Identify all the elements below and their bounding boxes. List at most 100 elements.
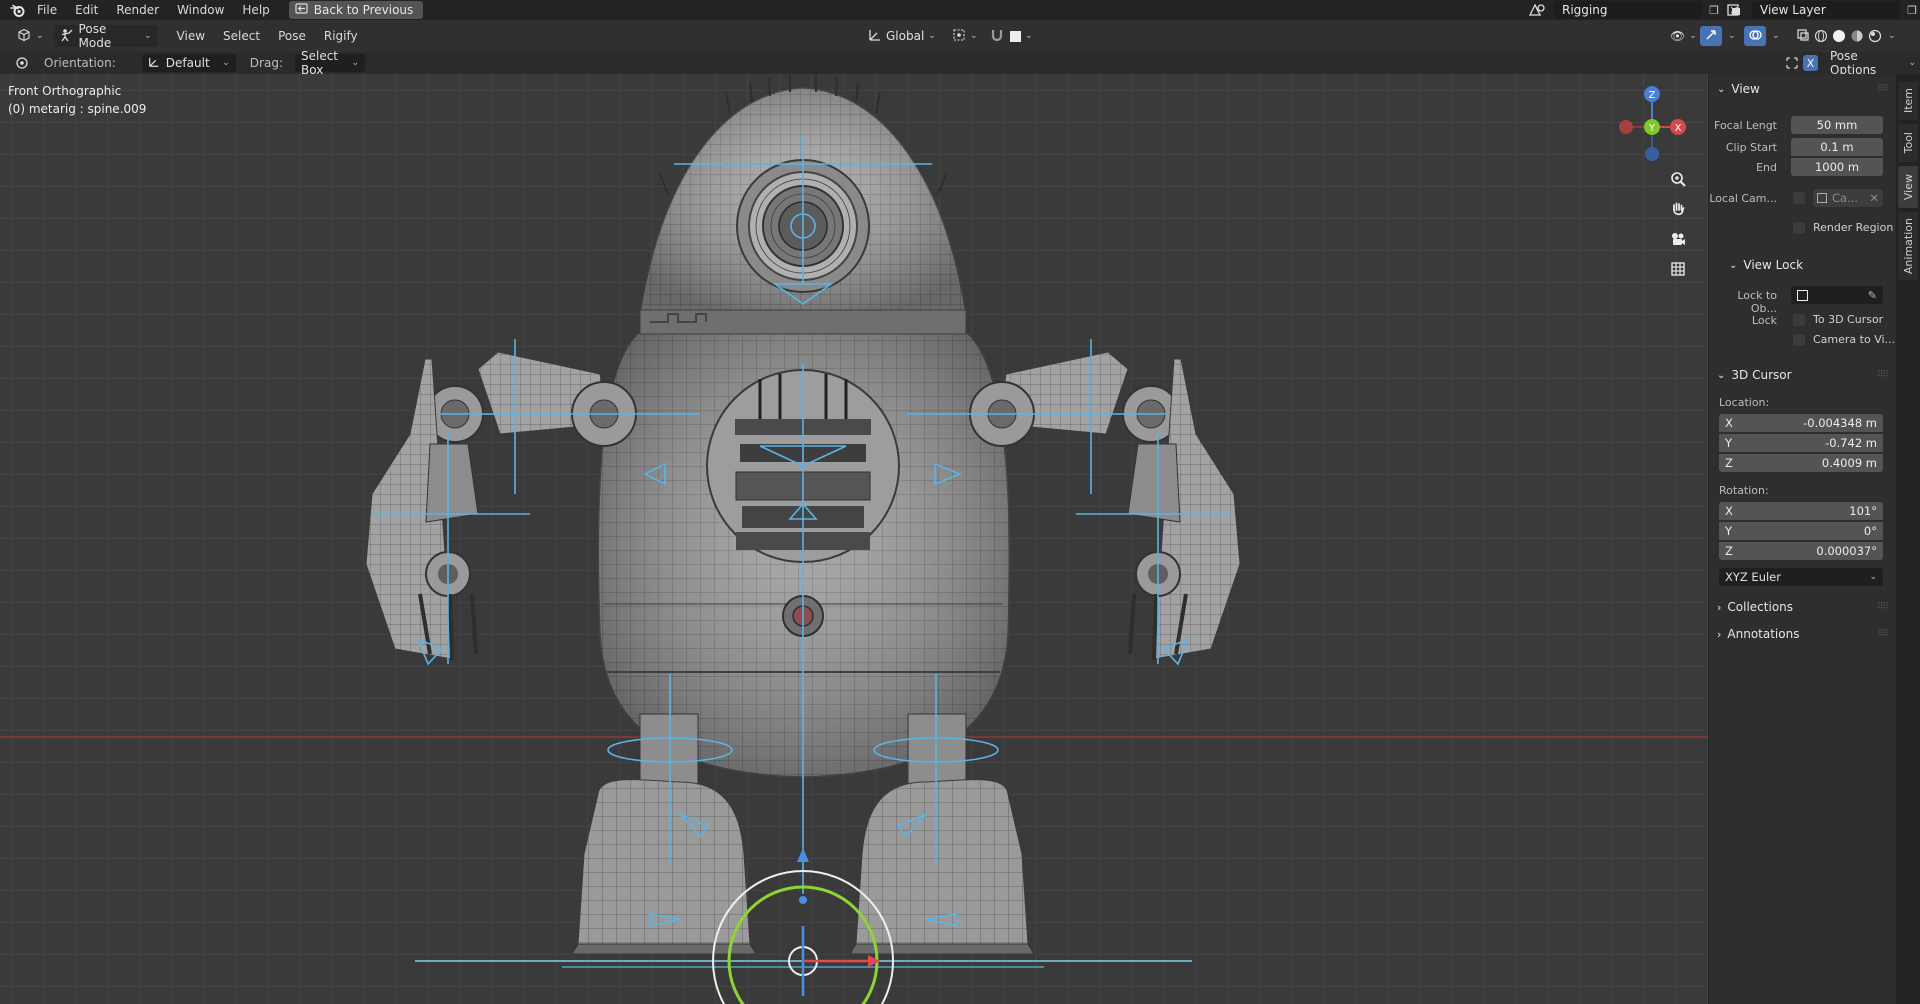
orientation-label: Orientation: [44, 56, 116, 70]
rotation-z-field[interactable]: Z 0.000037° [1719, 542, 1883, 560]
drag-label: Drag: [249, 56, 283, 70]
3d-viewport[interactable]: Front Orthographic (0) metarig : spine.0… [0, 74, 1708, 1004]
new-view-layer-icon[interactable]: ❐ [1904, 2, 1920, 18]
clip-end-field[interactable]: 1000 m [1791, 158, 1883, 176]
view-layer-field[interactable]: View Layer [1752, 1, 1900, 19]
editor-type-dropdown[interactable]: ⌄ [10, 25, 50, 47]
back-to-previous-button[interactable]: Back to Previous [288, 1, 424, 19]
lock-label: Lock [1751, 314, 1777, 327]
chevron-down-icon: ⌄ [144, 31, 152, 41]
3d-cursor-section-header[interactable]: ⌄ 3D Cursor [1717, 368, 1792, 382]
tab-item-label: Item [1901, 88, 1915, 114]
menu-rigify[interactable]: Rigify [315, 29, 367, 43]
eyedropper-icon[interactable]: ✎ [1868, 289, 1877, 302]
location-z-field[interactable]: Z 0.4009 m [1719, 454, 1883, 472]
camera-to-view-checkbox[interactable] [1793, 334, 1805, 346]
object-icon [1797, 289, 1808, 301]
menu-select[interactable]: Select [214, 29, 269, 43]
navigation-gizmo[interactable]: Z X Y [1612, 82, 1692, 172]
gizmo-y-label: Y [1648, 123, 1656, 134]
menu-view[interactable]: View [168, 29, 214, 43]
orientation-dropdown[interactable]: Default ⌄ [141, 54, 236, 72]
location-y-field[interactable]: Y -0.742 m [1719, 434, 1883, 452]
chevron-down-icon: ⌄ [1888, 31, 1896, 41]
zoom-icon[interactable] [1665, 166, 1691, 192]
menu-window[interactable]: Window [168, 0, 233, 20]
new-scene-icon[interactable]: ❐ [1706, 2, 1722, 18]
view-layer-icon[interactable] [1722, 2, 1748, 18]
shading-solid-button[interactable] [1830, 25, 1848, 47]
rotation-x-field[interactable]: X 101° [1719, 502, 1883, 520]
location-label: Location: [1719, 396, 1770, 409]
gizmo-z-label: Z [1649, 90, 1656, 101]
lock-to-object-label: Lock to Ob... [1737, 289, 1777, 315]
shading-material-button[interactable] [1848, 25, 1866, 47]
tool-settings-bar: Orientation: Default ⌄ Drag: Select Box … [0, 49, 1920, 77]
rotation-y-axis: Y [1725, 524, 1733, 538]
gizmo-toggle[interactable] [1700, 26, 1722, 46]
camera-view-icon[interactable] [1665, 226, 1691, 252]
shading-rendered-button[interactable] [1866, 25, 1884, 47]
lock-to-3d-cursor-checkbox[interactable] [1793, 314, 1805, 326]
view-section-header[interactable]: ⌄ View [1717, 82, 1760, 96]
lock-to-3d-cursor-label: To 3D Cursor [1813, 313, 1884, 326]
scene-icon[interactable] [1524, 2, 1550, 18]
bone-options-icon[interactable] [1784, 55, 1800, 71]
active-tool-icon[interactable] [14, 55, 30, 71]
rotation-y-field[interactable]: Y 0° [1719, 522, 1883, 540]
overlays-toggle[interactable] [1744, 26, 1766, 46]
pan-hand-icon[interactable] [1665, 196, 1691, 222]
local-camera-field[interactable]: Ca... ✕ [1813, 189, 1883, 207]
mode-label: Pose Mode [78, 22, 112, 50]
drag-grip-icon[interactable]: ⠿⠿ [1877, 84, 1889, 94]
rotation-mode-dropdown[interactable]: XYZ Euler ⌄ [1719, 568, 1883, 586]
chevron-down-icon: ⌄ [1772, 31, 1780, 41]
menu-pose[interactable]: Pose [269, 29, 315, 43]
drag-grip-icon[interactable]: ⠿⠿ [1877, 629, 1889, 639]
chevron-right-icon: › [1717, 627, 1722, 641]
menu-render[interactable]: Render [107, 0, 168, 20]
tab-item[interactable]: Item [1898, 82, 1918, 120]
rotation-x-value: 101° [1849, 504, 1877, 518]
transform-orientation-dropdown[interactable]: Global ⌄ [862, 25, 942, 47]
clip-start-field[interactable]: 0.1 m [1791, 138, 1883, 156]
drag-grip-icon[interactable]: ⠿⠿ [1877, 602, 1889, 612]
chevron-down-icon: ⌄ [1728, 31, 1736, 41]
menu-file[interactable]: File [28, 0, 66, 20]
xray-icon [1796, 28, 1810, 45]
local-camera-checkbox[interactable] [1793, 192, 1805, 204]
view-lock-section-header[interactable]: ⌄ View Lock [1729, 258, 1803, 272]
scene-name-field[interactable]: Rigging [1554, 1, 1702, 19]
rotation-z-value: 0.000037° [1816, 544, 1877, 558]
pose-options-dropdown[interactable]: Pose Options ⌄ [1826, 49, 1920, 77]
drag-grip-icon[interactable]: ⠿⠿ [1877, 370, 1889, 380]
perspective-toggle-grid-icon[interactable] [1665, 256, 1691, 282]
menu-edit[interactable]: Edit [66, 0, 107, 20]
tab-tool[interactable]: Tool [1898, 124, 1918, 162]
pose-options-label: Pose Options [1830, 49, 1877, 77]
shading-dropdown[interactable]: ⌄ [1884, 25, 1900, 47]
gizmo-dropdown[interactable]: ⌄ [1722, 25, 1742, 47]
visibility-dropdown[interactable]: 👁 ⌄ [1664, 25, 1703, 47]
camera-to-view-label: Camera to Vi... [1813, 333, 1896, 346]
render-region-checkbox[interactable] [1793, 222, 1805, 234]
tab-view[interactable]: View [1898, 166, 1918, 208]
menu-help[interactable]: Help [233, 0, 278, 20]
drag-dropdown[interactable]: Select Box ⌄ [294, 49, 365, 77]
lock-to-object-field[interactable]: ✎ [1791, 286, 1883, 304]
snap-target-dropdown[interactable]: ⌄ [1004, 25, 1039, 47]
annotations-section-header[interactable]: › Annotations [1717, 627, 1799, 641]
overlays-dropdown[interactable]: ⌄ [1766, 25, 1786, 47]
x-mirror-toggle[interactable]: X [1803, 55, 1818, 71]
clear-icon[interactable]: ✕ [1869, 191, 1879, 205]
focal-length-field[interactable]: 50 mm [1791, 116, 1883, 134]
tab-animation[interactable]: Animation [1898, 212, 1918, 280]
mode-dropdown[interactable]: Pose Mode ⌄ [53, 22, 158, 50]
back-to-previous-label: Back to Previous [313, 3, 414, 17]
location-x-field[interactable]: X -0.004348 m [1719, 414, 1883, 432]
pivot-point-dropdown[interactable]: ⌄ [946, 25, 984, 47]
blender-logo-icon[interactable] [6, 0, 28, 20]
collections-section-header[interactable]: › Collections [1717, 600, 1793, 614]
shading-wireframe-button[interactable] [1812, 25, 1830, 47]
scene-name-text: Rigging [1562, 3, 1608, 17]
